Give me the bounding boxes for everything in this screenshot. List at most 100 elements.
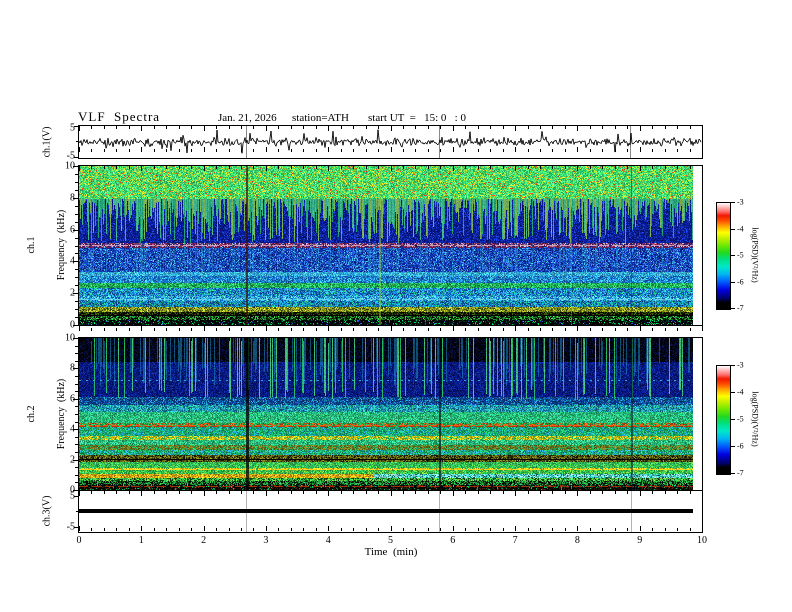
x-tick-mark (229, 126, 230, 129)
x-tick-mark (229, 166, 230, 169)
x-tick-mark (129, 491, 130, 494)
x-tick-mark (415, 491, 416, 494)
x-tick-mark (403, 338, 404, 341)
y-tick-mark (75, 444, 78, 445)
colorbar-tick-mark (730, 202, 735, 203)
y-tick-mark (75, 317, 78, 318)
x-tick-mark (465, 126, 466, 129)
x-tick-mark (503, 491, 504, 494)
x-tick-mark (353, 126, 354, 129)
y-tick-mark (75, 482, 78, 483)
colorbar-tick-mark (730, 282, 735, 283)
x-tick-mark (552, 328, 553, 331)
x-tick-mark (528, 149, 529, 152)
y-tick-label: -5 (66, 150, 75, 162)
x-tick-mark (141, 338, 142, 343)
x-tick-mark (515, 338, 516, 343)
x-tick-mark (665, 166, 666, 169)
x-tick-mark (552, 528, 553, 531)
colorbar-tick-label: -6 (737, 441, 744, 451)
x-tick-mark (503, 338, 504, 341)
x-tick-mark (129, 126, 130, 129)
x-tick-mark (216, 528, 217, 531)
x-tick-label: 10 (697, 535, 707, 546)
x-tick-mark (303, 166, 304, 169)
x-tick-mark (366, 126, 367, 129)
x-tick-mark (403, 528, 404, 531)
colorbar-tick-mark (730, 229, 735, 230)
x-tick-mark (353, 491, 354, 494)
page-title: VLF Spectra (78, 109, 161, 124)
x-tick-mark (303, 528, 304, 531)
y-tick-mark (75, 222, 78, 223)
x-tick-mark (490, 149, 491, 152)
x-tick-mark (229, 528, 230, 531)
x-tick-mark (179, 149, 180, 152)
x-tick-mark (216, 166, 217, 169)
y-tick-mark (75, 353, 78, 354)
colorbar-tick-label: -7 (737, 468, 744, 478)
x-tick-mark (627, 528, 628, 531)
x-tick-mark (241, 126, 242, 129)
x-tick-mark (241, 149, 242, 152)
x-tick-label: 6 (450, 535, 456, 546)
x-tick-mark (528, 166, 529, 169)
x-tick-mark (528, 528, 529, 531)
x-tick-mark (141, 526, 142, 531)
vlf-spectra-figure: VLF Spectra Jan. 21, 2026 station=ATH st… (0, 0, 792, 612)
y-tick-mark (75, 437, 78, 438)
x-tick-mark (503, 149, 504, 152)
y-tick-mark (75, 182, 78, 183)
x-tick-mark (702, 526, 703, 531)
colorbar-tick-label: -6 (737, 277, 744, 287)
x-tick-mark (316, 166, 317, 169)
x-tick-mark (353, 149, 354, 152)
x-tick-mark (602, 338, 603, 341)
x-tick-mark (116, 528, 117, 531)
x-tick-mark (665, 491, 666, 494)
x-tick-mark (440, 166, 441, 169)
x-tick-mark (690, 166, 691, 169)
x-tick-mark (440, 528, 441, 531)
x-tick-mark (278, 149, 279, 152)
x-tick-mark (627, 126, 628, 129)
x-tick-mark (253, 528, 254, 531)
x-tick-mark (440, 328, 441, 331)
x-tick-mark (303, 126, 304, 129)
x-tick-mark (391, 491, 392, 496)
x-tick-mark (615, 149, 616, 152)
x-tick-mark (415, 528, 416, 531)
colorbar-tick-mark (730, 308, 735, 309)
x-tick-mark (316, 149, 317, 152)
x-tick-mark (702, 491, 703, 496)
colorbar-tick-mark (730, 473, 735, 474)
x-tick-mark (428, 166, 429, 169)
x-tick-mark (515, 147, 516, 152)
colorbar-tick-mark (730, 365, 735, 366)
x-tick-mark (615, 491, 616, 494)
x-tick-mark (627, 338, 628, 341)
x-tick-mark (216, 491, 217, 494)
x-tick-mark (154, 126, 155, 129)
x-tick-mark (91, 149, 92, 152)
x-tick-mark (515, 491, 516, 496)
time-axis-label: Time (min) (364, 546, 418, 558)
x-tick-mark (341, 491, 342, 494)
x-tick-mark (204, 147, 205, 152)
x-tick-mark (278, 338, 279, 341)
x-tick-mark (528, 491, 529, 494)
x-tick-mark (91, 338, 92, 341)
x-tick-mark (303, 328, 304, 331)
x-tick-mark (627, 491, 628, 494)
y-tick-mark (75, 414, 78, 415)
x-tick-mark (366, 338, 367, 341)
x-tick-mark (403, 149, 404, 152)
colorbar-tick-label: -4 (737, 387, 744, 397)
colorbar-tick-mark (730, 255, 735, 256)
x-tick-mark (229, 338, 230, 341)
y-tick-label: 5 (70, 490, 75, 502)
x-tick-mark (415, 166, 416, 169)
x-tick-mark (552, 126, 553, 129)
x-tick-mark (253, 491, 254, 494)
x-tick-mark (577, 526, 578, 531)
